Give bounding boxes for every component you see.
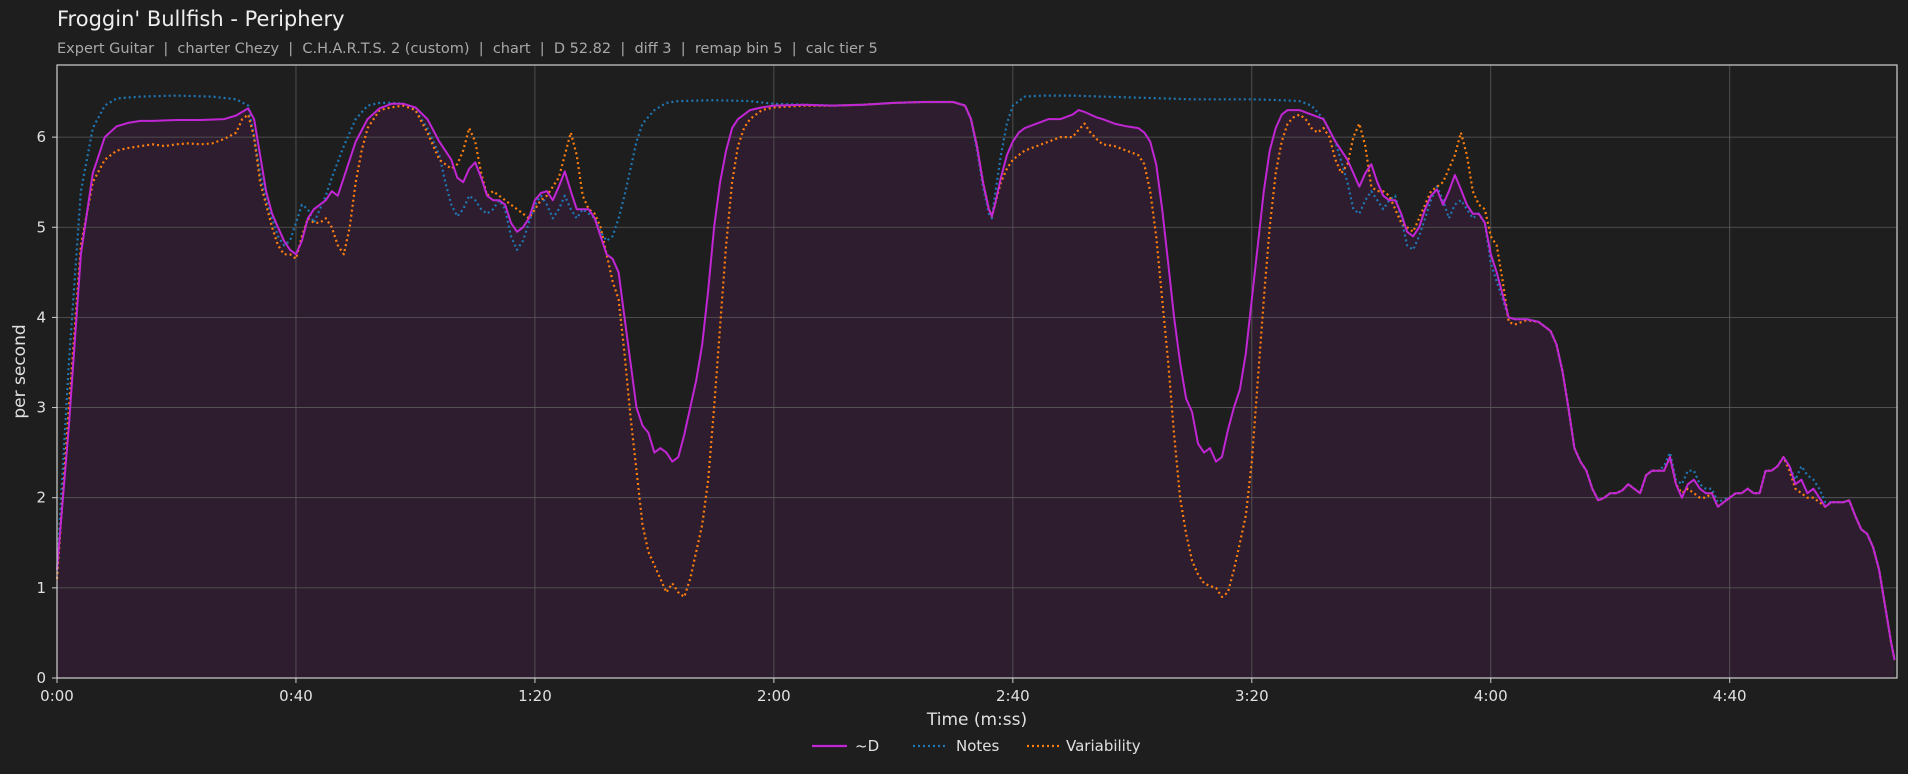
legend-label: Variability	[1066, 737, 1141, 755]
y-tick-label: 1	[36, 579, 46, 597]
y-axis-label: per second	[10, 324, 30, 418]
y-tick-label: 3	[36, 399, 46, 417]
area-fill-layer	[57, 102, 1895, 678]
y-tick-label: 4	[36, 308, 46, 326]
legend: ~D Notes Variability	[812, 737, 1141, 755]
x-tick-label: 4:00	[1474, 687, 1508, 705]
area-fill-0	[57, 102, 1895, 678]
y-tick-label: 2	[36, 489, 46, 507]
x-tick-label: 4:40	[1713, 687, 1747, 705]
x-axis-label: Time (m:ss)	[926, 710, 1027, 730]
x-tick-label: 1:20	[518, 687, 552, 705]
y-tick-label: 5	[36, 218, 46, 236]
x-tick-label: 0:00	[40, 687, 74, 705]
legend-label: Notes	[956, 737, 1000, 755]
x-tick-label: 2:40	[996, 687, 1030, 705]
y-tick-label: 6	[36, 128, 46, 146]
chart-svg: 0:00 0:40 1:20 2:00 2:40 3:20 4:00 4:400123456 …	[10, 64, 1898, 755]
legend-label: ~D	[855, 737, 879, 755]
x-tick-label: 2:00	[757, 687, 791, 705]
x-tick-label: 3:20	[1235, 687, 1269, 705]
x-tick-label: 0:40	[279, 687, 313, 705]
y-tick-label: 0	[36, 669, 46, 687]
